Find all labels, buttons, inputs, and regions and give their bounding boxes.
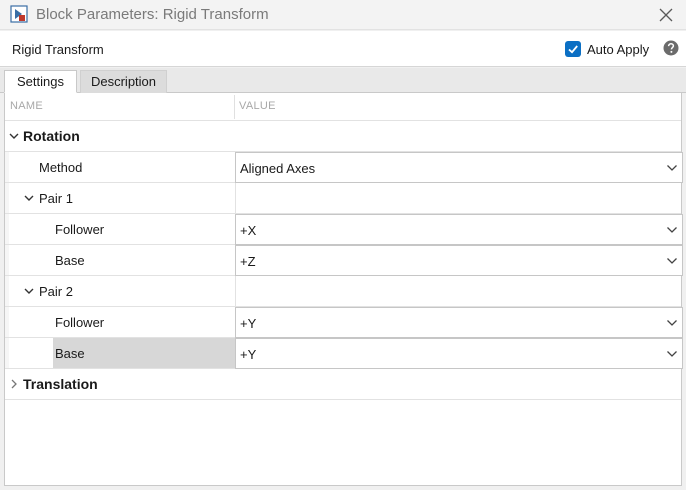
close-icon[interactable] — [656, 5, 676, 25]
method-value: Aligned Axes — [240, 161, 316, 176]
pair-1-follower-value: +X — [240, 223, 257, 238]
row-gutter — [5, 338, 9, 368]
column-header-value: VALUE — [239, 100, 276, 112]
pair-1-base-dropdown[interactable]: +Z — [235, 245, 683, 276]
chevron-right-icon[interactable] — [8, 378, 20, 390]
param-row-pair-2-follower: Follower +Y — [5, 307, 683, 338]
pair-2-follower-label: Follower — [55, 315, 105, 330]
tab-bar: Settings Description — [0, 68, 686, 93]
rotation-label: Rotation — [23, 128, 80, 144]
chevron-down-icon — [667, 165, 677, 171]
auto-apply-checkbox[interactable]: Auto Apply — [565, 40, 649, 58]
title-bar: Block Parameters: Rigid Transform — [0, 0, 686, 30]
method-label: Method — [39, 160, 83, 175]
pair-2-base-dropdown[interactable]: +Y — [235, 338, 683, 369]
group-row-rotation[interactable]: Rotation — [5, 121, 681, 152]
chevron-down-icon — [667, 351, 677, 357]
pair-2-base-value: +Y — [240, 347, 257, 362]
tab-description[interactable]: Description — [80, 70, 167, 93]
tab-settings[interactable]: Settings — [4, 70, 77, 93]
parameters-table: NAME VALUE Rotation Method Aligned Axes … — [4, 93, 683, 486]
block-name: Rigid Transform — [12, 42, 104, 57]
chevron-down-icon[interactable] — [23, 285, 35, 297]
simulink-block-icon — [10, 5, 28, 23]
window-title: Block Parameters: Rigid Transform — [36, 6, 269, 23]
pair-2-value-cell — [235, 276, 681, 306]
group-row-pair-2[interactable]: Pair 2 — [5, 276, 681, 307]
pair-2-label: Pair 2 — [39, 284, 73, 299]
pair-1-label: Pair 1 — [39, 191, 73, 206]
chevron-down-icon[interactable] — [8, 130, 20, 142]
pair-2-base-label: Base — [55, 346, 85, 361]
row-gutter — [5, 214, 9, 244]
chevron-down-icon — [667, 227, 677, 233]
chevron-down-icon — [667, 258, 677, 264]
row-gutter — [5, 152, 9, 182]
pair-2-follower-dropdown[interactable]: +Y — [235, 307, 683, 338]
help-icon[interactable] — [663, 40, 679, 56]
pair-2-follower-value: +Y — [240, 316, 257, 331]
param-row-pair-1-base: Base +Z — [5, 245, 683, 276]
column-divider[interactable] — [234, 95, 235, 119]
pair-1-follower-label: Follower — [55, 222, 105, 237]
translation-label: Translation — [23, 376, 98, 392]
chevron-down-icon[interactable] — [23, 192, 35, 204]
column-header-name: NAME — [10, 100, 43, 112]
row-gutter — [5, 276, 9, 306]
pair-1-value-cell — [235, 183, 681, 213]
chevron-down-icon — [667, 320, 677, 326]
param-row-pair-1-follower: Follower +X — [5, 214, 683, 245]
checkbox-checked-icon[interactable] — [565, 41, 581, 57]
row-gutter — [5, 245, 9, 275]
block-header: Rigid Transform Auto Apply — [0, 31, 686, 67]
param-row-method: Method Aligned Axes — [5, 152, 683, 183]
method-dropdown[interactable]: Aligned Axes — [235, 152, 683, 183]
pair-1-base-value: +Z — [240, 254, 256, 269]
pair-1-base-label: Base — [55, 253, 85, 268]
pair-1-follower-dropdown[interactable]: +X — [235, 214, 683, 245]
table-header: NAME VALUE — [5, 93, 681, 121]
param-row-pair-2-base: Base +Y — [5, 338, 683, 369]
row-gutter — [5, 307, 9, 337]
group-row-pair-1[interactable]: Pair 1 — [5, 183, 681, 214]
group-row-translation[interactable]: Translation — [5, 369, 681, 400]
auto-apply-label: Auto Apply — [587, 41, 650, 57]
row-gutter — [5, 183, 9, 213]
